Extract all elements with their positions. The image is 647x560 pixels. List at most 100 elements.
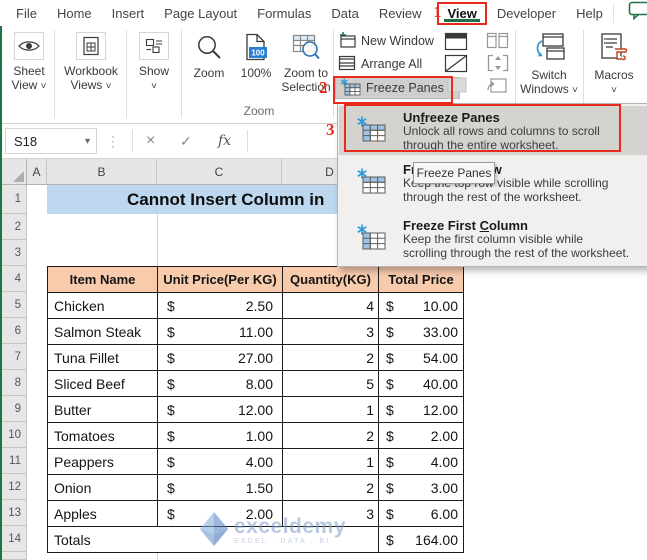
column-header-b[interactable]: B: [47, 159, 157, 184]
row-header[interactable]: 13: [2, 500, 27, 526]
cell-item[interactable]: Butter: [48, 397, 158, 423]
row-header[interactable]: 14: [2, 526, 27, 552]
row-header[interactable]: 3: [2, 240, 27, 266]
formula-bar-options-icon[interactable]: ⋮: [106, 128, 120, 154]
cell-unit-price[interactable]: $2.50: [158, 293, 283, 319]
tab-formulas[interactable]: Formulas: [247, 2, 321, 25]
cell-unit-price[interactable]: $11.00: [158, 319, 283, 345]
cell-quantity[interactable]: 2: [283, 475, 379, 501]
cell-quantity[interactable]: 4: [283, 293, 379, 319]
cell-unit-price[interactable]: $8.00: [158, 371, 283, 397]
tab-developer[interactable]: Developer: [487, 2, 566, 25]
row-header[interactable]: 12: [2, 474, 27, 500]
cell-total-price[interactable]: $10.00: [379, 293, 464, 319]
cell-quantity[interactable]: 3: [283, 319, 379, 345]
cell-item[interactable]: Tomatoes: [48, 423, 158, 449]
cell-quantity[interactable]: 1: [283, 397, 379, 423]
sheet-view-button[interactable]: Sheet View ˅: [4, 32, 54, 120]
tab-review[interactable]: Review: [369, 2, 432, 25]
cell-item[interactable]: Sliced Beef: [48, 371, 158, 397]
header-item-name[interactable]: Item Name: [48, 267, 158, 293]
cell-quantity[interactable]: 1: [283, 449, 379, 475]
header-total-price[interactable]: Total Price: [379, 267, 464, 293]
cell-unit-price[interactable]: $2.00: [158, 501, 283, 527]
column-header-a[interactable]: A: [27, 159, 47, 184]
cell-item[interactable]: Onion: [48, 475, 158, 501]
synchronous-scrolling-button[interactable]: [486, 54, 510, 72]
row-header[interactable]: 10: [2, 422, 27, 448]
cell-quantity[interactable]: 2: [283, 423, 379, 449]
cell-quantity[interactable]: 2: [283, 345, 379, 371]
total-price-value: 2.00: [430, 427, 458, 444]
cell-item[interactable]: Tuna Fillet: [48, 345, 158, 371]
freeze-panes-tooltip: Freeze Panes: [413, 162, 495, 184]
freeze-panes-button[interactable]: Freeze Panes ˅: [335, 77, 460, 99]
row-header[interactable]: 8: [2, 370, 27, 396]
select-all-corner[interactable]: [2, 159, 27, 185]
cell-total-price[interactable]: $40.00: [379, 371, 464, 397]
row-header[interactable]: 2: [2, 214, 27, 240]
workbook-views-label-1: Workbook: [64, 64, 118, 78]
comments-button[interactable]: [612, 1, 647, 23]
cell-unit-price[interactable]: $1.00: [158, 423, 283, 449]
tab-help[interactable]: Help: [566, 2, 613, 25]
name-box[interactable]: S18 ▾: [5, 128, 97, 154]
workbook-views-button[interactable]: Workbook Views ˅: [60, 32, 122, 120]
currency-symbol: $: [386, 297, 394, 314]
cell-quantity[interactable]: 3: [283, 501, 379, 527]
row-header[interactable]: 9: [2, 396, 27, 422]
view-side-by-side-button[interactable]: [486, 32, 510, 50]
split-button[interactable]: [444, 32, 468, 51]
row-header[interactable]: 4: [2, 266, 27, 292]
tab-file[interactable]: File: [6, 2, 47, 25]
cell-total-price[interactable]: $6.00: [379, 501, 464, 527]
insert-function-icon[interactable]: fx: [218, 128, 231, 154]
cell-total-price[interactable]: $3.00: [379, 475, 464, 501]
cell-item[interactable]: Apples: [48, 501, 158, 527]
row-header[interactable]: 6: [2, 318, 27, 344]
enter-icon[interactable]: ✓: [180, 128, 192, 154]
cell-item[interactable]: Salmon Steak: [48, 319, 158, 345]
column-header-c[interactable]: C: [157, 159, 282, 184]
tab-insert[interactable]: Insert: [102, 2, 155, 25]
cancel-icon[interactable]: ×: [146, 128, 155, 154]
row-header[interactable]: 7: [2, 344, 27, 370]
cell-unit-price[interactable]: $27.00: [158, 345, 283, 371]
cell-total-price[interactable]: $33.00: [379, 319, 464, 345]
cell-total-price[interactable]: $54.00: [379, 345, 464, 371]
cell-unit-price[interactable]: $4.00: [158, 449, 283, 475]
row-header[interactable]: 11: [2, 448, 27, 474]
reset-window-position-button[interactable]: [485, 76, 509, 94]
unhide-window-button-disabled[interactable]: [447, 77, 467, 93]
total-price-value: 6.00: [430, 505, 458, 522]
cell-quantity[interactable]: 5: [283, 371, 379, 397]
menu-item-description: scrolling through the rest of the worksh…: [403, 245, 630, 260]
hide-window-button[interactable]: [444, 54, 468, 73]
cell-total-price[interactable]: $12.00: [379, 397, 464, 423]
header-quantity[interactable]: Quantity(KG): [283, 267, 379, 293]
tab-view[interactable]: View: [437, 1, 487, 25]
row-header[interactable]: 1: [2, 185, 27, 214]
header-unit-price[interactable]: Unit Price(Per KG): [158, 267, 283, 293]
arrange-all-button[interactable]: Arrange All: [338, 53, 422, 75]
cell-unit-price[interactable]: $1.50: [158, 475, 283, 501]
tab-data[interactable]: Data: [321, 2, 368, 25]
cell-totals-label[interactable]: Totals: [48, 527, 379, 553]
name-box-dropdown-icon[interactable]: ▾: [85, 136, 96, 147]
menu-item-unfreeze-panes[interactable]: Unfreeze Panes Unlock all rows and colum…: [339, 106, 647, 155]
new-window-button[interactable]: New Window: [338, 30, 434, 52]
show-button[interactable]: Show ˅: [130, 32, 178, 120]
cell-item[interactable]: Peappers: [48, 449, 158, 475]
row-header[interactable]: 5: [2, 292, 27, 318]
total-price-value: 4.00: [430, 453, 458, 470]
macros-label: Macros: [594, 68, 634, 82]
tab-home[interactable]: Home: [47, 2, 102, 25]
cell-item[interactable]: Chicken: [48, 293, 158, 319]
cell-total-price[interactable]: $4.00: [379, 449, 464, 475]
new-window-label: New Window: [361, 34, 434, 48]
cell-total-price[interactable]: $2.00: [379, 423, 464, 449]
cell-grand-total[interactable]: $164.00: [379, 527, 464, 553]
tab-page-layout[interactable]: Page Layout: [154, 2, 247, 25]
menu-item-freeze-first-column[interactable]: Freeze First Column Keep the first colum…: [339, 214, 647, 266]
cell-unit-price[interactable]: $12.00: [158, 397, 283, 423]
